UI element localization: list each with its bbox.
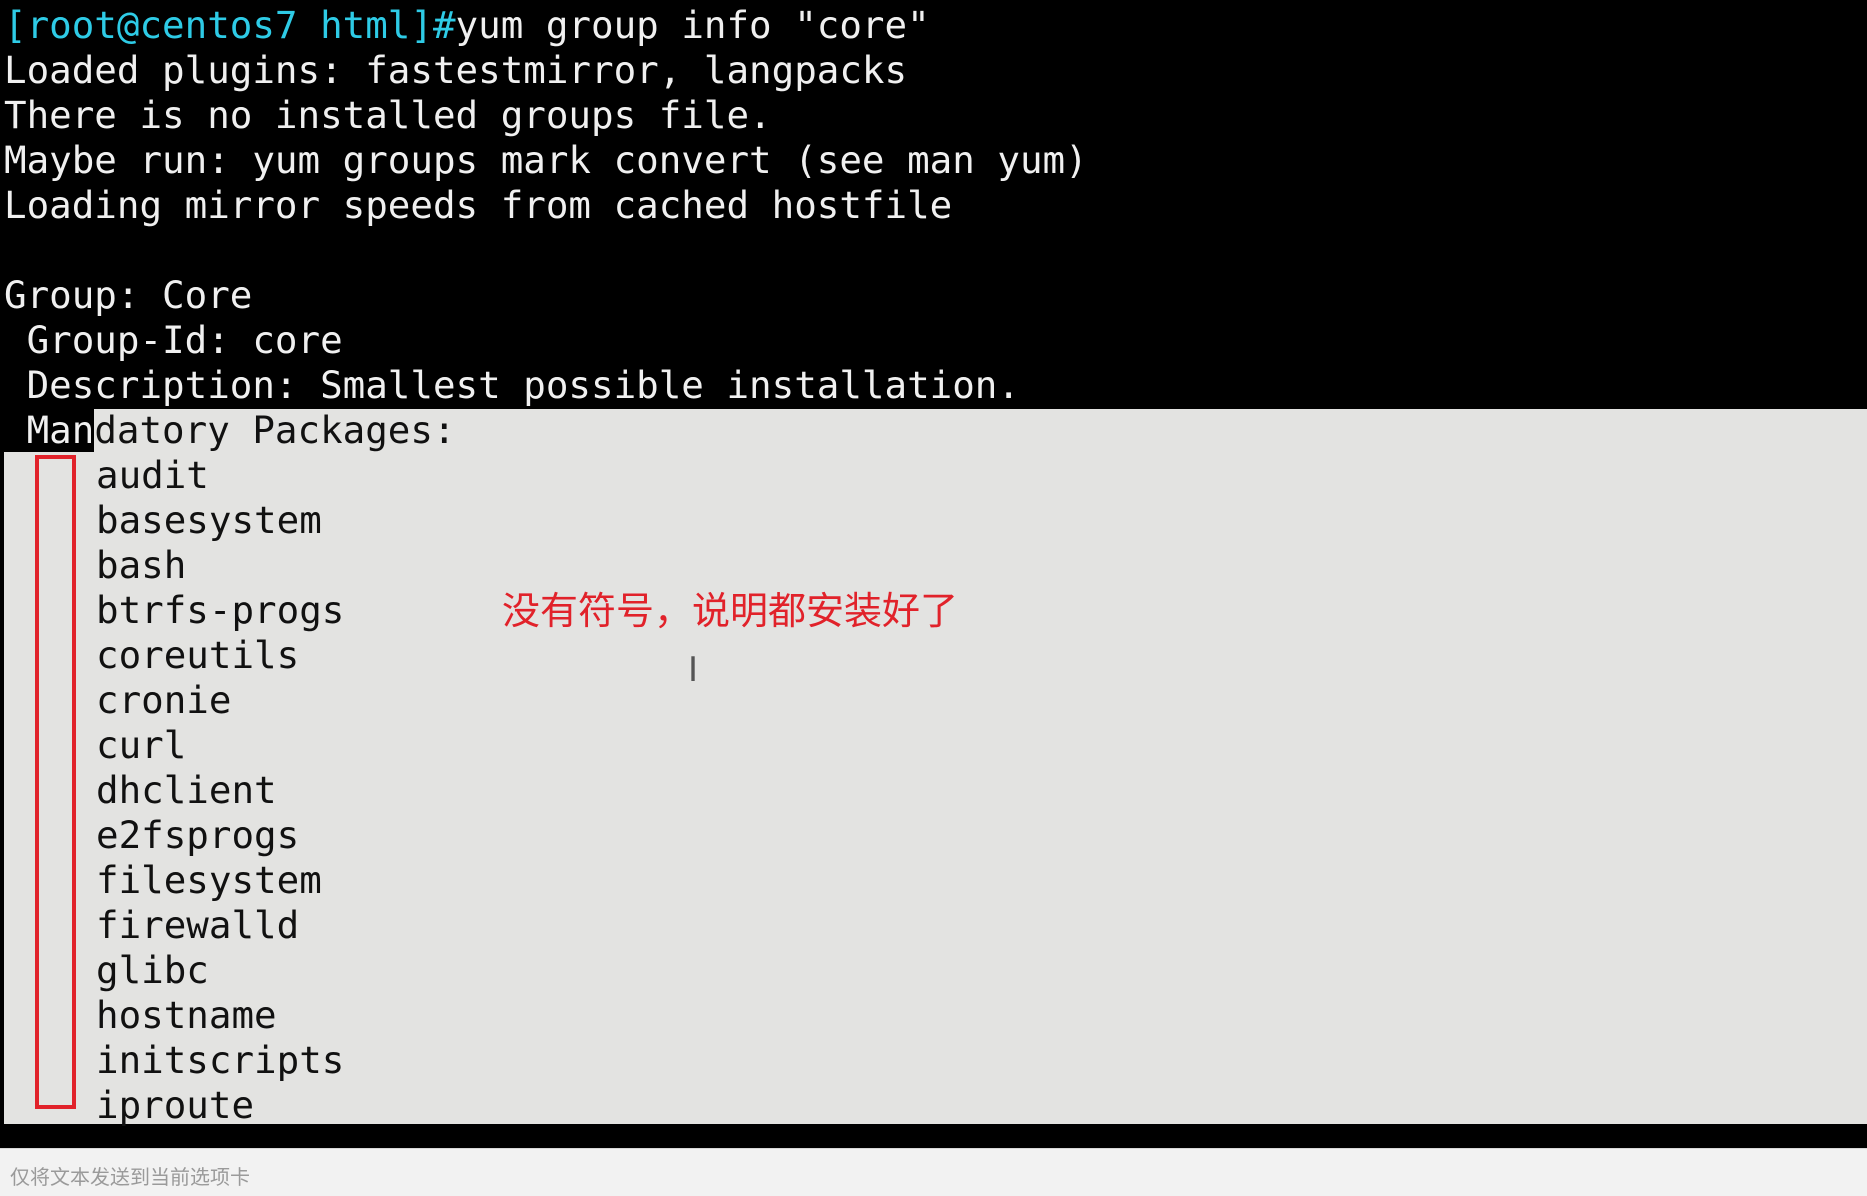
package-item: basesystem bbox=[96, 498, 322, 542]
text-cursor-icon: I bbox=[688, 650, 699, 690]
package-item: bash bbox=[96, 543, 187, 587]
group-id-line: Group-Id: core bbox=[4, 318, 343, 362]
package-item: initscripts bbox=[96, 1038, 345, 1082]
command-text: yum group info "core" bbox=[455, 3, 930, 47]
mandatory-tail: datory Packages: bbox=[94, 408, 456, 452]
output-line: Maybe run: yum groups mark convert (see … bbox=[4, 138, 1088, 182]
output-line: There is no installed groups file. bbox=[4, 93, 772, 137]
terminal-window[interactable]: [root@centos7 html]#yum group info "core… bbox=[0, 0, 1867, 1148]
send-to-current-tab-label[interactable]: 仅将文本发送到当前选项卡 bbox=[10, 1161, 250, 1190]
package-item: coreutils bbox=[96, 633, 300, 677]
package-item: e2fsprogs bbox=[96, 813, 300, 857]
annotation-text: 没有符号，说明都安装好了 bbox=[502, 589, 959, 633]
mandatory-packages-header: Mandatory Packages: bbox=[4, 408, 456, 452]
output-line: Loading mirror speeds from cached hostfi… bbox=[4, 183, 953, 227]
status-bar[interactable]: 仅将文本发送到当前选项卡 bbox=[0, 1148, 1867, 1196]
package-item: audit bbox=[96, 453, 209, 497]
package-item: hostname bbox=[96, 993, 277, 1037]
package-item: curl bbox=[96, 723, 187, 767]
package-item: dhclient bbox=[96, 768, 277, 812]
description-line: Description: Smallest possible installat… bbox=[4, 363, 1020, 407]
package-item: firewalld bbox=[96, 903, 300, 947]
package-item: filesystem bbox=[96, 858, 322, 902]
command-line: [root@centos7 html]#yum group info "core… bbox=[4, 3, 930, 47]
package-item: cronie bbox=[96, 678, 232, 722]
package-item: btrfs-progs bbox=[96, 588, 345, 632]
symbol-column-highlight-box bbox=[35, 455, 76, 1109]
mandatory-head: Man bbox=[4, 408, 95, 452]
group-title-line: Group: Core bbox=[4, 273, 253, 317]
package-item: glibc bbox=[96, 948, 209, 992]
output-line: Loaded plugins: fastestmirror, langpacks bbox=[4, 48, 908, 92]
package-item: iproute bbox=[96, 1083, 255, 1127]
shell-prompt: [root@centos7 html]# bbox=[4, 3, 456, 47]
